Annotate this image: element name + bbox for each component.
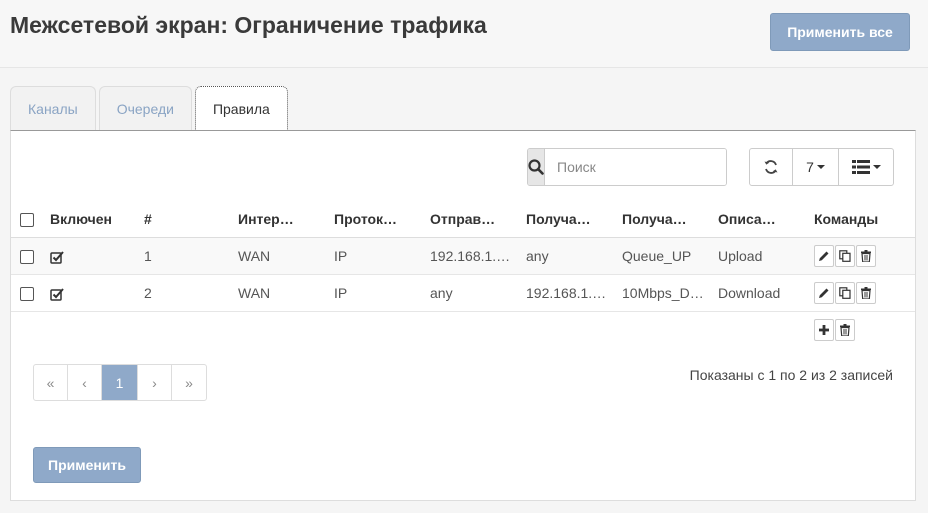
- copy-icon: [839, 286, 851, 299]
- table-header-row: Включен # Интер… Проток… Отправ… Получа……: [11, 201, 915, 238]
- col-source[interactable]: Отправ…: [424, 201, 520, 238]
- destination-cell: 192.168.1.…: [520, 274, 616, 312]
- row-select-cell: [11, 274, 44, 312]
- add-button[interactable]: [814, 318, 834, 341]
- destination-cell: any: [520, 237, 616, 275]
- source-text: 192.168.1.…: [430, 247, 511, 264]
- pagination: « ‹ 1 › »: [33, 364, 207, 401]
- target-cell: Queue_UP: [616, 237, 712, 275]
- number-cell: 2: [138, 274, 232, 312]
- table-row[interactable]: 1 WAN IP 192.168.1.… any Queue_UP Upload: [11, 237, 915, 275]
- row-checkbox[interactable]: [20, 249, 34, 264]
- delete-icon: [861, 249, 871, 262]
- footer-spacer: [11, 311, 808, 348]
- interface-cell: WAN: [232, 237, 328, 275]
- select-all-cell: [11, 201, 44, 238]
- destination-text: 192.168.1.…: [526, 284, 607, 301]
- edit-button[interactable]: [814, 281, 834, 304]
- commands-cell: [808, 274, 915, 312]
- page-prev[interactable]: ‹: [68, 365, 102, 400]
- protocol-cell: IP: [328, 274, 424, 312]
- tab-rules[interactable]: Правила: [194, 86, 288, 131]
- footer-commands-cell: [808, 311, 915, 348]
- col-commands: Команды: [808, 201, 915, 238]
- page-first[interactable]: «: [34, 365, 68, 400]
- records-info: Показаны с 1 по 2 из 2 записей: [689, 367, 893, 383]
- page-title: Межсетевой экран: Ограничение трафика: [10, 12, 487, 38]
- columns-dropdown[interactable]: [839, 149, 893, 185]
- search-input[interactable]: [545, 149, 726, 185]
- search-icon: [528, 159, 544, 175]
- table-row[interactable]: 2 WAN IP any 192.168.1.… 10Mbps_D… Downl…: [11, 274, 915, 312]
- tab-bar: Каналы Очереди Правила: [10, 86, 291, 131]
- select-all-checkbox[interactable]: [20, 212, 34, 227]
- grid-toolbar: 7: [749, 148, 894, 186]
- enabled-cell: [44, 274, 138, 312]
- col-enabled[interactable]: Включен: [44, 201, 138, 238]
- copy-button[interactable]: [835, 281, 855, 304]
- copy-button[interactable]: [835, 244, 855, 267]
- page-current[interactable]: 1: [102, 365, 138, 400]
- col-protocol[interactable]: Проток…: [328, 201, 424, 238]
- chevron-down-icon: [872, 165, 881, 169]
- rules-table: Включен # Интер… Проток… Отправ… Получа……: [11, 201, 915, 348]
- edit-icon: [819, 251, 829, 261]
- tab-queues[interactable]: Очереди: [98, 86, 192, 130]
- columns-list-icon: [851, 160, 870, 174]
- delete-button[interactable]: [856, 244, 876, 267]
- protocol-cell: IP: [328, 237, 424, 275]
- col-target[interactable]: Получа…: [616, 201, 712, 238]
- delete-icon: [840, 323, 850, 336]
- chevron-down-icon: [816, 165, 825, 169]
- tab-channels[interactable]: Каналы: [10, 86, 96, 130]
- interface-cell: WAN: [232, 274, 328, 312]
- number-cell: 1: [138, 237, 232, 275]
- source-cell: 192.168.1.…: [424, 237, 520, 275]
- page-header: Межсетевой экран: Ограничение трафика Пр…: [0, 0, 928, 68]
- col-destination[interactable]: Получа…: [520, 201, 616, 238]
- search-box: [527, 148, 727, 186]
- description-cell: Upload: [712, 237, 808, 275]
- copy-icon: [839, 249, 851, 262]
- enabled-cell: [44, 237, 138, 275]
- table-footer-row: [11, 311, 915, 348]
- col-interface[interactable]: Интер…: [232, 201, 328, 238]
- rules-panel: 7 Включен # Интер… Проток… Отправ… По: [10, 130, 916, 501]
- checkbox-checked-icon[interactable]: [50, 250, 64, 264]
- col-description[interactable]: Описа…: [712, 201, 808, 238]
- col-number[interactable]: #: [138, 201, 232, 238]
- refresh-button[interactable]: [750, 149, 793, 185]
- delete-selected-button[interactable]: [835, 318, 855, 341]
- edit-button[interactable]: [814, 244, 834, 267]
- apply-all-button[interactable]: Применить все: [770, 13, 910, 51]
- row-checkbox[interactable]: [20, 286, 34, 301]
- row-select-cell: [11, 237, 44, 275]
- page-next[interactable]: ›: [138, 365, 172, 400]
- rows-per-page-value: 7: [806, 159, 814, 175]
- source-cell: any: [424, 274, 520, 312]
- rows-per-page-dropdown[interactable]: 7: [793, 149, 839, 185]
- checkbox-checked-icon[interactable]: [50, 287, 64, 301]
- search-button[interactable]: [528, 149, 545, 185]
- refresh-icon: [764, 160, 778, 174]
- commands-cell: [808, 237, 915, 275]
- edit-icon: [819, 288, 829, 298]
- target-cell: 10Mbps_D…: [616, 274, 712, 312]
- delete-icon: [861, 286, 871, 299]
- add-icon: [819, 324, 829, 335]
- delete-button[interactable]: [856, 281, 876, 304]
- apply-button[interactable]: Применить: [33, 447, 141, 483]
- page-last[interactable]: »: [172, 365, 206, 400]
- description-cell: Download: [712, 274, 808, 312]
